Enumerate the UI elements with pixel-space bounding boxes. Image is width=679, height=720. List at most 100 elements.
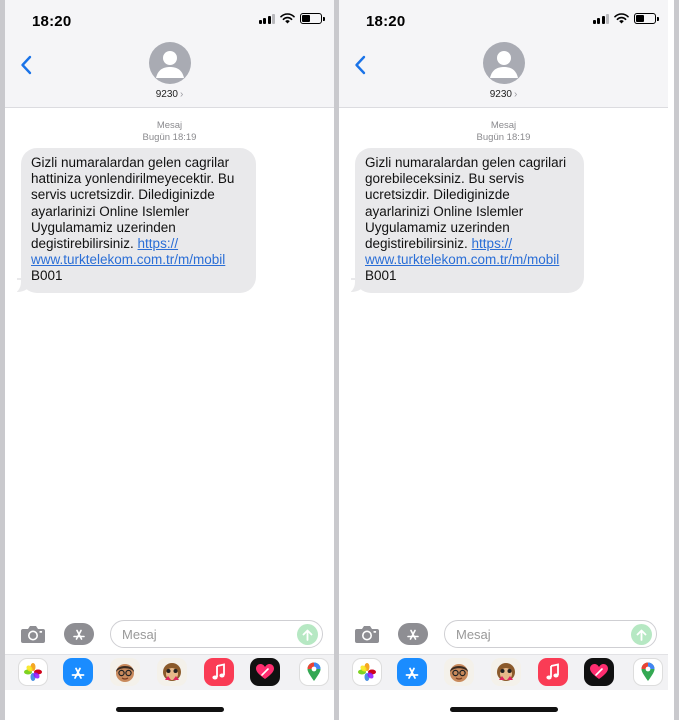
- status-icons: [592, 13, 659, 24]
- message-link-line: www.turktelekom.com.tr/m/mobil: [31, 252, 246, 268]
- cellular-signal-icon: [592, 13, 609, 24]
- message-link[interactable]: www.turktelekom.com.tr/m/mobil: [365, 252, 559, 267]
- music-app-icon[interactable]: [204, 658, 234, 686]
- animoji-icon[interactable]: [491, 658, 521, 686]
- message-bubble[interactable]: Gizli numaralardan gelen cagrilar hattin…: [21, 148, 256, 293]
- camera-icon: [355, 626, 379, 643]
- bubble-tail-mask: [9, 280, 21, 294]
- photos-flower-icon: [24, 663, 42, 681]
- memoji-icon[interactable]: [110, 658, 140, 686]
- wifi-icon: [280, 13, 295, 24]
- chevron-left-icon: [21, 55, 32, 75]
- message-link-start[interactable]: https://: [138, 236, 179, 251]
- message-link-start[interactable]: https://: [472, 236, 513, 251]
- message-line: ucretsizdir. Dilediginizde: [365, 187, 510, 203]
- home-indicator[interactable]: [449, 707, 558, 712]
- message-input[interactable]: Mesaj: [444, 620, 657, 648]
- person-icon: [155, 51, 184, 78]
- memoji-face-icon: [450, 664, 468, 682]
- animoji-face-icon: [163, 663, 181, 681]
- status-time: 18:20: [32, 13, 72, 30]
- message-line-text: degistirebilirsiniz.: [365, 236, 472, 252]
- photos-app-icon[interactable]: [18, 658, 48, 686]
- app-store-glyph-icon: [405, 667, 419, 679]
- map-pin-icon: [307, 662, 321, 681]
- home-indicator[interactable]: [115, 707, 224, 712]
- music-app-icon[interactable]: [538, 658, 568, 686]
- message-line: servis ucretsizdir. Dilediginizde: [31, 187, 215, 203]
- photos-app-icon[interactable]: [352, 658, 382, 686]
- message-line: ayarlarinizi Online Islemler: [365, 203, 524, 219]
- person-icon: [489, 51, 518, 78]
- service-label: Mesaj: [156, 120, 183, 131]
- contact-name[interactable]: 9230 ›: [5, 89, 334, 100]
- app-store-icon[interactable]: [63, 658, 93, 686]
- memoji-face-icon: [116, 664, 134, 682]
- heart-icon: [590, 664, 608, 679]
- contact-name[interactable]: 9230 ›: [339, 89, 668, 100]
- app-store-a-icon: [73, 629, 85, 640]
- message-input[interactable]: Mesaj: [110, 620, 323, 648]
- message-line: Uygulamamiz uzerinden: [365, 219, 510, 235]
- app-store-glyph-icon: [71, 667, 85, 679]
- message-line: Gizli numaralardan gelen cagrilar: [31, 155, 230, 170]
- conversation-meta: Mesaj Bugün 18:19: [339, 120, 668, 144]
- message-line: Gizli numaralardan gelen cagrilari: [365, 155, 567, 170]
- wifi-icon: [614, 13, 629, 24]
- app-drawer: [339, 654, 668, 690]
- camera-button[interactable]: [19, 622, 47, 646]
- navigation-header: 18:20 9230 ›: [5, 0, 334, 108]
- send-button[interactable]: [297, 624, 318, 645]
- photos-flower-icon: [358, 663, 376, 681]
- map-pin-icon: [641, 662, 655, 681]
- arrow-up-icon: [636, 629, 647, 641]
- chevron-left-icon: [355, 55, 366, 75]
- music-note-icon: [546, 663, 559, 680]
- message-line-text: degistirebilirsiniz.: [31, 236, 138, 252]
- message-line-with-link: degistirebilirsiniz. https://: [365, 236, 574, 252]
- app-store-icon[interactable]: [397, 658, 427, 686]
- message-timestamp: Bugün 18:19: [142, 132, 197, 143]
- message-code: B001: [365, 268, 397, 284]
- back-button[interactable]: [15, 51, 37, 79]
- music-note-icon: [212, 663, 225, 680]
- service-label: Mesaj: [490, 120, 517, 131]
- message-input-placeholder: Mesaj: [456, 626, 491, 642]
- contact-avatar[interactable]: [482, 42, 525, 84]
- heart-icon: [256, 664, 274, 679]
- phone-screen-left: 18:20 9230 › Mesaj Bugün 18:19 Gizli num…: [5, 0, 334, 720]
- app-store-a-icon: [407, 629, 419, 640]
- message-line: hattiniza yonlendirilmeyecektir. Bu: [31, 171, 235, 187]
- message-input-placeholder: Mesaj: [122, 626, 157, 642]
- animoji-icon[interactable]: [157, 658, 187, 686]
- chevron-right-icon: ›: [179, 89, 184, 100]
- arrow-up-icon: [302, 629, 313, 641]
- battery-icon: [634, 13, 659, 24]
- contact-number: 9230: [489, 89, 512, 100]
- send-button[interactable]: [631, 624, 652, 645]
- maps-app-icon[interactable]: [633, 658, 663, 686]
- cellular-signal-icon: [258, 13, 275, 24]
- digital-touch-icon[interactable]: [250, 658, 280, 686]
- status-icons: [258, 13, 325, 24]
- maps-app-icon[interactable]: [299, 658, 329, 686]
- message-bubble[interactable]: Gizli numaralardan gelen cagrilari goreb…: [355, 148, 584, 293]
- camera-icon: [21, 626, 45, 643]
- message-line: Uygulamamiz uzerinden: [31, 219, 176, 235]
- contact-number: 9230: [155, 89, 178, 100]
- navigation-header: 18:20 9230 ›: [339, 0, 668, 108]
- message-line: ayarlarinizi Online Islemler: [31, 203, 190, 219]
- device-frame-right: [674, 0, 679, 720]
- conversation-meta: Mesaj Bugün 18:19: [5, 120, 334, 144]
- contact-avatar[interactable]: [148, 42, 191, 84]
- phone-screen-right: 18:20 9230 › Mesaj Bugün 18:19 Gizli num…: [339, 0, 668, 720]
- digital-touch-icon[interactable]: [584, 658, 614, 686]
- message-link[interactable]: www.turktelekom.com.tr/m/mobil: [31, 252, 225, 267]
- memoji-icon[interactable]: [444, 658, 474, 686]
- back-button[interactable]: [349, 51, 371, 79]
- app-store-button[interactable]: [64, 623, 94, 645]
- message-line-with-link: degistirebilirsiniz. https://: [31, 236, 246, 252]
- app-store-button[interactable]: [398, 623, 428, 645]
- camera-button[interactable]: [353, 622, 381, 646]
- animoji-face-icon: [497, 663, 515, 681]
